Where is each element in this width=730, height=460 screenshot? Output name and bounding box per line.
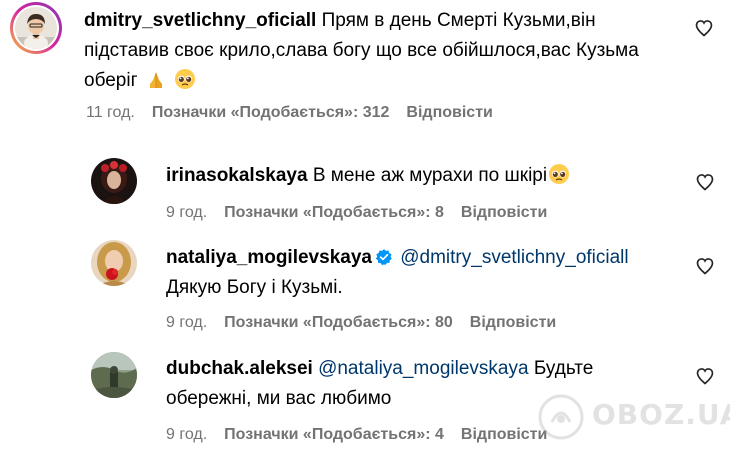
comment-likes[interactable]: Позначки «Подобається»: 8 — [224, 204, 444, 221]
reply-button[interactable]: Відповісти — [461, 204, 547, 221]
comment-body: nataliya_mogilevskaya @dmitry_svetlichny… — [166, 243, 686, 303]
comment-text: Дякую Богу і Кузьмі. — [166, 277, 343, 298]
comment-1: dmitry_svetlichny_oficiall Прям в день С… — [0, 0, 730, 130]
comment-mention[interactable]: @nataliya_mogilevskaya — [318, 358, 528, 379]
avatar-image — [91, 158, 137, 204]
avatar[interactable] — [91, 240, 137, 286]
comment-time: 11 год. — [86, 104, 135, 121]
heart-icon[interactable] — [694, 18, 714, 38]
reply-button[interactable]: Відповісти — [461, 426, 547, 443]
heart-icon[interactable] — [695, 256, 715, 276]
comment-body: irinasokalskaya В мене аж мурахи по шкір… — [166, 161, 686, 191]
reply-button[interactable]: Відповісти — [470, 314, 556, 331]
avatar[interactable] — [91, 158, 137, 204]
comment-4: dubchak.aleksei @nataliya_mogilevskaya Б… — [0, 342, 730, 460]
heart-icon[interactable] — [695, 172, 715, 192]
reply-button[interactable]: Відповісти — [406, 104, 492, 121]
praying-hands-icon — [149, 72, 162, 88]
comment-likes[interactable]: Позначки «Подобається»: 80 — [224, 314, 453, 331]
comment-meta: 9 год. Позначки «Подобається»: 80 Відповіс… — [166, 314, 573, 332]
comment-meta: 11 год. Позначки «Подобається»: 312 Відпов… — [86, 104, 510, 122]
avatar-image — [91, 352, 137, 398]
comment-meta: 9 год. Позначки «Подобається»: 4 Відповіст… — [166, 426, 564, 444]
comment-username[interactable]: dubchak.aleksei — [166, 358, 313, 379]
pleading-face-icon — [549, 164, 570, 184]
comment-text: В мене аж мурахи по шкірі — [312, 165, 548, 186]
comment-time: 9 год. — [166, 314, 208, 331]
comment-3: nataliya_mogilevskaya @dmitry_svetlichny… — [0, 232, 730, 342]
comment-likes[interactable]: Позначки «Подобається»: 312 — [152, 104, 390, 121]
comment-text: Будьте — [533, 358, 594, 379]
avatar[interactable] — [91, 352, 137, 398]
pleading-face-icon — [175, 69, 196, 89]
comment-body: dubchak.aleksei @nataliya_mogilevskaya Б… — [166, 354, 666, 414]
avatar-image — [91, 240, 137, 286]
comment-username[interactable]: irinasokalskaya — [166, 165, 308, 186]
comment-body: dmitry_svetlichny_oficiall Прям в день С… — [84, 6, 684, 96]
comment-time: 9 год. — [166, 204, 208, 221]
comment-time: 9 год. — [166, 426, 208, 443]
heart-icon[interactable] — [695, 366, 715, 386]
avatar-story-ring[interactable] — [10, 2, 62, 54]
comment-text-continued: обережні, ми вас любимо — [166, 388, 392, 409]
avatar-image — [15, 7, 57, 49]
comment-likes[interactable]: Позначки «Подобається»: 4 — [224, 426, 444, 443]
verified-badge-icon — [375, 249, 392, 266]
comment-2: irinasokalskaya В мене аж мурахи по шкір… — [0, 150, 730, 230]
comment-username[interactable]: dmitry_svetlichny_oficiall — [84, 10, 316, 31]
comment-username[interactable]: nataliya_mogilevskaya — [166, 247, 372, 268]
comment-meta: 9 год. Позначки «Подобається»: 8 Відповіст… — [166, 204, 564, 222]
comment-mention[interactable]: @dmitry_svetlichny_oficiall — [400, 247, 628, 268]
